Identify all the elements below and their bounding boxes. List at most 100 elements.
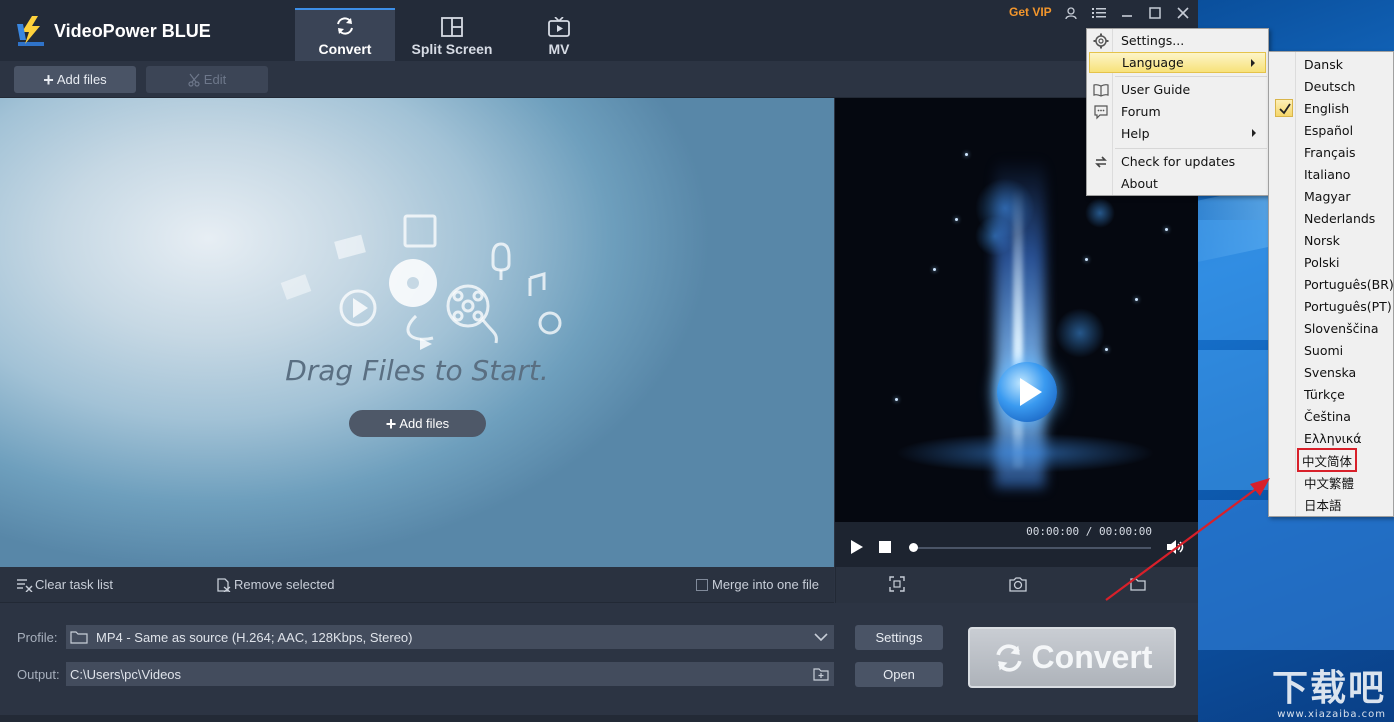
menu-item-check-updates[interactable]: Check for updates (1089, 151, 1266, 172)
add-files-center-button[interactable]: + Add files (349, 410, 486, 437)
language-label: Suomi (1304, 342, 1344, 358)
language-item[interactable]: 中文繁體 (1271, 471, 1393, 493)
maximize-icon[interactable] (1146, 4, 1164, 22)
language-item[interactable]: Slovenščina (1271, 317, 1393, 339)
camera-snapshot-icon[interactable] (1009, 576, 1027, 592)
seek-handle[interactable] (909, 543, 918, 552)
profile-label: Profile: (17, 630, 58, 645)
add-files-button[interactable]: + Add files (14, 66, 136, 93)
language-item[interactable]: Français (1271, 141, 1393, 163)
watermark-url: www.xiazaiba.com (1277, 709, 1386, 720)
tab-convert[interactable]: Convert (295, 8, 395, 61)
open-button[interactable]: Open (855, 662, 943, 687)
language-label: Ελληνικά (1304, 430, 1362, 446)
language-label: Magyar (1304, 188, 1351, 204)
watermark: 下载吧 www.xiazaiba.com (1272, 669, 1386, 721)
tab-mv[interactable]: MV (509, 8, 609, 61)
menu-item-help[interactable]: Help (1089, 123, 1266, 144)
language-label: Deutsch (1304, 78, 1356, 94)
submenu-arrow-icon (1251, 59, 1255, 67)
close-icon[interactable] (1174, 4, 1192, 22)
chevron-down-icon[interactable] (814, 632, 828, 642)
language-item[interactable]: Español (1271, 119, 1393, 141)
remove-selected-button[interactable]: Remove selected (217, 577, 334, 592)
checkmark-icon (1275, 99, 1293, 117)
language-item[interactable]: Português(PT) (1271, 295, 1393, 317)
menu-settings-label: Settings... (1121, 33, 1185, 48)
language-item[interactable]: Ελληνικά (1271, 427, 1393, 449)
menu-check-updates-label: Check for updates (1121, 154, 1236, 169)
gear-icon (1093, 33, 1109, 49)
language-label: Español (1304, 122, 1354, 138)
language-item[interactable]: Italiano (1271, 163, 1393, 185)
language-item[interactable]: Suomi (1271, 339, 1393, 361)
menu-item-forum[interactable]: Forum (1089, 101, 1266, 122)
output-settings: Profile: MP4 - Same as source (H.264; AA… (0, 603, 1198, 722)
menu-item-language[interactable]: Language (1089, 52, 1266, 73)
language-label: Português(BR) (1304, 276, 1394, 292)
menu-icon[interactable] (1090, 4, 1108, 22)
language-label: Português(PT) (1304, 298, 1392, 314)
task-list-bar: Clear task list Remove selected Merge in… (0, 567, 834, 603)
update-arrows-icon (1095, 156, 1107, 168)
play-orb-icon (997, 362, 1057, 422)
language-item[interactable]: Türkçe (1271, 383, 1393, 405)
language-label: Svenska (1304, 364, 1357, 380)
language-label: Čeština (1304, 408, 1351, 424)
stop-icon[interactable] (879, 541, 891, 553)
language-label: Nederlands (1304, 210, 1376, 226)
language-label: English (1304, 100, 1350, 116)
output-label: Output: (17, 667, 60, 682)
language-item[interactable]: Magyar (1271, 185, 1393, 207)
language-label: Italiano (1304, 166, 1351, 182)
language-item[interactable]: 日本語 (1271, 493, 1393, 515)
language-item[interactable]: Nederlands (1271, 207, 1393, 229)
profile-select[interactable]: MP4 - Same as source (H.264; AAC, 128Kbp… (66, 625, 834, 649)
language-item[interactable]: Norsk (1271, 229, 1393, 251)
remove-file-icon (217, 577, 231, 592)
crop-fullscreen-icon[interactable] (889, 576, 905, 592)
language-submenu: Dansk Deutsch English Español Français Italia… (1268, 51, 1394, 517)
language-item[interactable]: Polski (1271, 251, 1393, 273)
clear-list-icon (17, 578, 33, 592)
browse-folder-icon[interactable] (813, 667, 829, 681)
minimize-icon[interactable] (1118, 4, 1136, 22)
plus-icon: + (43, 69, 54, 90)
language-item[interactable]: Deutsch (1271, 75, 1393, 97)
tab-split-screen-label: Split Screen (411, 41, 493, 57)
get-vip-link[interactable]: Get VIP (1009, 5, 1052, 19)
drop-zone[interactable]: Drag Files to Start. + Add files (0, 98, 834, 567)
language-label: Dansk (1304, 56, 1343, 72)
language-item[interactable]: 中文简体 (1297, 448, 1357, 472)
merge-into-one-file[interactable]: Merge into one file (696, 577, 819, 592)
menu-item-about[interactable]: About (1089, 173, 1266, 194)
drag-files-text: Drag Files to Start. (285, 354, 549, 387)
output-path-field[interactable]: C:\Users\pc\Videos (66, 662, 834, 686)
language-label: 日本語 (1304, 497, 1342, 513)
book-icon (1093, 84, 1109, 97)
clear-task-list-label: Clear task list (35, 577, 114, 592)
user-icon[interactable] (1062, 4, 1080, 22)
menu-item-settings[interactable]: Settings... (1089, 30, 1266, 51)
tab-split-screen[interactable]: Split Screen (402, 8, 502, 61)
play-icon[interactable] (851, 540, 863, 554)
language-item[interactable]: Svenska (1271, 361, 1393, 383)
language-item[interactable]: Dansk (1271, 53, 1393, 75)
convert-button[interactable]: Convert (968, 627, 1176, 688)
add-files-label: Add files (56, 72, 107, 87)
app-title: VideoPower BLUE (54, 20, 211, 41)
chat-bubble-icon (1094, 105, 1108, 120)
language-item[interactable]: Português(BR) (1271, 273, 1394, 295)
settings-button[interactable]: Settings (855, 625, 943, 650)
merge-checkbox[interactable] (696, 578, 708, 591)
language-label: 中文繁體 (1304, 475, 1355, 491)
edit-button[interactable]: Edit (146, 66, 268, 93)
plus-icon: + (385, 413, 397, 434)
lightning-logo-icon (17, 16, 44, 46)
clear-task-list-button[interactable]: Clear task list (17, 577, 113, 592)
annotation-arrow-icon (1105, 478, 1270, 601)
menu-user-guide-label: User Guide (1121, 82, 1191, 97)
language-item[interactable]: English (1271, 97, 1393, 119)
menu-item-user-guide[interactable]: User Guide (1089, 79, 1266, 100)
language-item[interactable]: Čeština (1271, 405, 1393, 427)
